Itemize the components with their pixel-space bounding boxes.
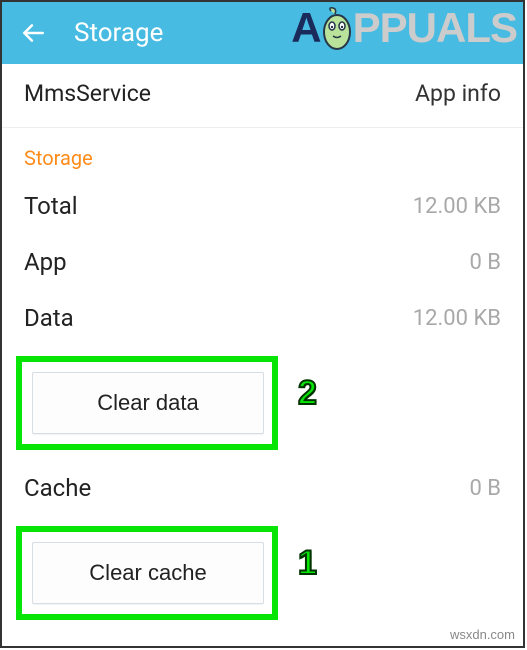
- highlight-clear-cache: Clear cache: [16, 526, 278, 620]
- stat-row-data: Data 12.00 KB: [2, 290, 523, 346]
- section-title-storage: Storage: [2, 128, 523, 178]
- watermark-letters-rest: PPUALS: [353, 4, 517, 52]
- clear-data-button[interactable]: Clear data: [32, 372, 264, 434]
- annotation-number-1: 1: [298, 544, 317, 583]
- stat-label-cache: Cache: [24, 474, 91, 502]
- site-watermark: wsxdn.com: [450, 627, 515, 642]
- clear-data-wrap: Clear data 2: [2, 346, 523, 460]
- annotation-number-2: 2: [298, 374, 317, 413]
- clear-cache-button[interactable]: Clear cache: [32, 542, 264, 604]
- clear-cache-wrap: Clear cache 1: [2, 516, 523, 630]
- stat-row-total: Total 12.00 KB: [2, 178, 523, 234]
- app-info-label: App info: [415, 80, 501, 107]
- highlight-clear-data: Clear data: [16, 356, 278, 450]
- mascot-icon: [317, 4, 357, 52]
- watermark-logo: A PPUALS: [291, 4, 517, 52]
- stat-value-app: 0 B: [469, 250, 501, 275]
- app-name: MmsService: [24, 80, 151, 107]
- stat-label-total: Total: [24, 192, 78, 220]
- app-info-row: MmsService App info: [2, 64, 523, 128]
- back-arrow-icon[interactable]: [20, 20, 46, 46]
- stat-value-data: 12.00 KB: [413, 306, 501, 331]
- stat-label-data: Data: [24, 304, 74, 332]
- stat-row-cache: Cache 0 B: [2, 460, 523, 516]
- stat-value-cache: 0 B: [469, 476, 501, 501]
- stat-row-app: App 0 B: [2, 234, 523, 290]
- page-title: Storage: [74, 18, 163, 48]
- stat-value-total: 12.00 KB: [413, 194, 501, 219]
- stat-label-app: App: [24, 248, 67, 276]
